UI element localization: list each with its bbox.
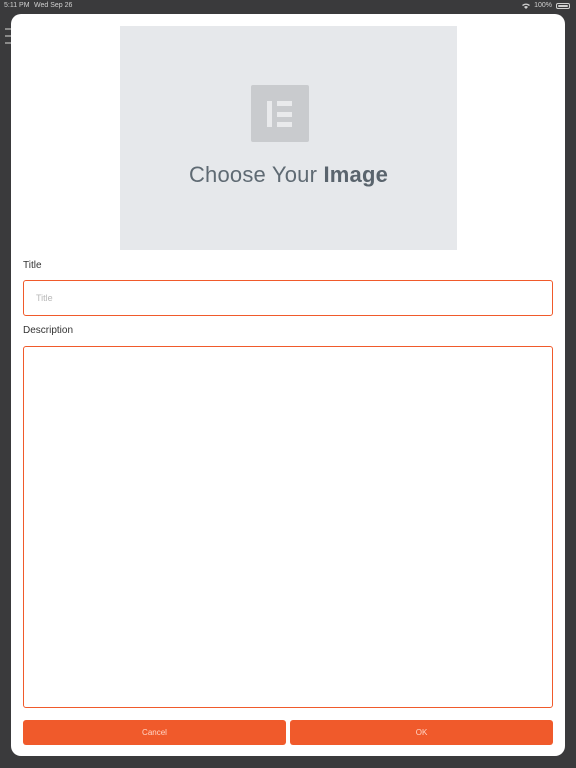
battery-percent: 100% xyxy=(534,2,552,9)
image-picker[interactable]: Choose Your Image xyxy=(120,26,457,250)
elementor-logo-icon xyxy=(251,85,309,142)
wifi-icon xyxy=(522,3,531,9)
cancel-button[interactable]: Cancel xyxy=(23,720,286,745)
status-right: 100% xyxy=(522,0,570,12)
description-input[interactable] xyxy=(23,346,553,708)
description-label: Description xyxy=(23,325,74,336)
title-input[interactable] xyxy=(23,280,553,316)
battery-icon xyxy=(556,3,570,9)
choose-image-emphasis: Image xyxy=(323,162,389,187)
status-date: Wed Sep 26 xyxy=(34,2,73,9)
title-label: Title xyxy=(23,260,42,271)
ok-button[interactable]: OK xyxy=(290,720,553,745)
status-time: 5:11 PM xyxy=(4,2,30,9)
choose-image-prefix: Choose Your xyxy=(188,162,318,187)
status-bar: 5:11 PM Wed Sep 26 100% xyxy=(0,0,576,12)
choose-image-text: Choose Your Image xyxy=(120,162,457,188)
modal-sheet: Choose Your Image Title Description Canc… xyxy=(11,14,565,756)
